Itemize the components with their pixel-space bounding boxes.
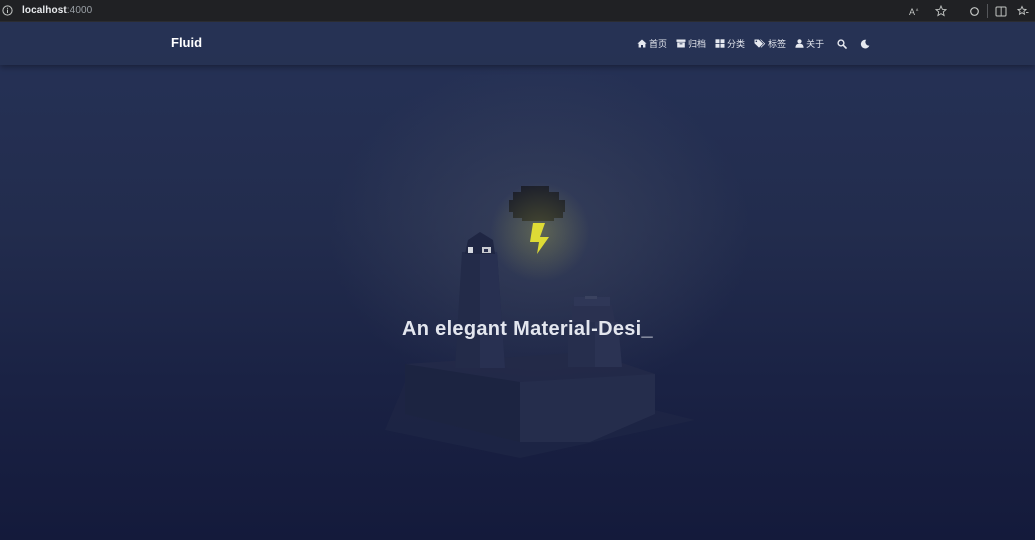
address-bar[interactable]: localhost:4000	[19, 1, 949, 20]
site-navbar: Fluid 首页 归档 分类 标签 关于	[0, 22, 1035, 65]
search-icon	[837, 38, 847, 49]
url-host: localhost	[22, 5, 67, 16]
favorites-icon[interactable]	[1014, 2, 1032, 20]
nav-label-home: 首页	[649, 39, 668, 49]
lightning-glow	[490, 182, 590, 282]
archive-icon	[676, 39, 686, 48]
nav-item-categories[interactable]: 分类	[715, 37, 745, 50]
nav-menu: 首页 归档 分类 标签 关于	[637, 37, 883, 50]
site-brand[interactable]: Fluid	[171, 35, 202, 50]
grid-icon	[715, 39, 725, 48]
extensions-icon[interactable]	[965, 2, 983, 20]
nav-item-archive[interactable]: 归档	[676, 37, 706, 50]
favorite-star-icon[interactable]	[932, 2, 950, 20]
home-icon	[637, 39, 647, 48]
hero-slogan: An elegant Material-Desi_	[402, 318, 653, 340]
nav-label-archive: 归档	[688, 39, 707, 49]
read-aloud-icon[interactable]: A ᴬ	[906, 2, 924, 20]
svg-text:A: A	[909, 7, 915, 17]
url-port: :4000	[66, 5, 93, 16]
tags-icon	[754, 39, 766, 48]
moon-icon	[860, 39, 870, 48]
user-icon	[795, 39, 804, 48]
search-button[interactable]	[837, 38, 847, 49]
dark-mode-toggle[interactable]	[860, 39, 870, 49]
nav-item-about[interactable]: 关于	[795, 37, 824, 50]
hero-banner	[0, 22, 1035, 540]
nav-label-categories: 分类	[727, 39, 746, 49]
page-viewport: An elegant Material-Desi_ Fluid 首页 归档 分类…	[0, 22, 1035, 540]
nav-item-tags[interactable]: 标签	[754, 37, 786, 50]
split-screen-icon[interactable]	[992, 2, 1010, 20]
browser-toolbar: localhost:4000 A ᴬ	[0, 0, 1035, 22]
lighthouse-illustration	[385, 186, 695, 458]
nav-label-tags: 标签	[768, 39, 787, 49]
toolbar-divider	[987, 4, 988, 18]
site-info-icon[interactable]	[1, 4, 14, 17]
svg-text:ᴬ: ᴬ	[915, 8, 919, 14]
nav-item-home[interactable]: 首页	[637, 37, 667, 50]
nav-label-about: 关于	[806, 39, 825, 49]
